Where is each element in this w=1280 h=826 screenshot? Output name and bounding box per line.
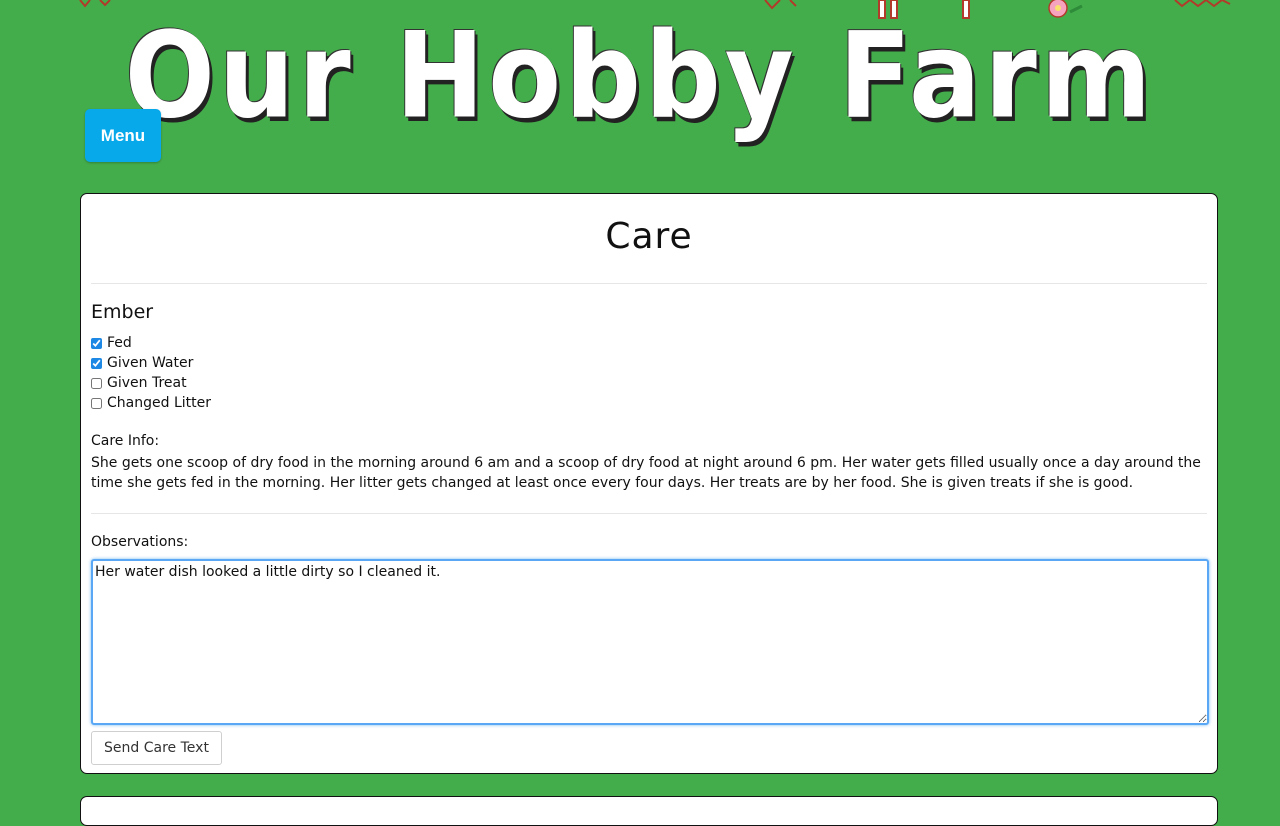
page-title: Care bbox=[605, 216, 693, 257]
task-given-water[interactable]: Given Water bbox=[91, 353, 211, 373]
observations-textarea[interactable]: Her water dish looked a little dirty so … bbox=[91, 559, 1209, 725]
next-panel bbox=[80, 796, 1218, 826]
divider bbox=[91, 283, 1207, 284]
task-given-treat-checkbox[interactable] bbox=[91, 377, 102, 389]
care-panel: Care Ember Fed Given Water Given Treat C… bbox=[80, 193, 1218, 774]
task-fed[interactable]: Fed bbox=[91, 333, 211, 353]
task-given-treat-label: Given Treat bbox=[107, 375, 187, 391]
grass-decoration-right-icon bbox=[1174, 0, 1231, 8]
task-given-water-label: Given Water bbox=[107, 355, 194, 371]
send-care-text-button[interactable]: Send Care Text bbox=[91, 731, 222, 765]
site-title: Our Hobby Farm bbox=[124, 6, 1156, 144]
task-fed-checkbox[interactable] bbox=[91, 337, 102, 349]
observations-label: Observations: bbox=[91, 534, 189, 550]
task-changed-litter-label: Changed Litter bbox=[107, 395, 211, 411]
task-changed-litter[interactable]: Changed Litter bbox=[91, 393, 211, 413]
care-info-label: Care Info: bbox=[91, 433, 160, 449]
animal-name: Ember bbox=[91, 301, 154, 323]
menu-button[interactable]: Menu bbox=[85, 109, 161, 162]
task-given-treat[interactable]: Given Treat bbox=[91, 373, 211, 393]
task-given-water-checkbox[interactable] bbox=[91, 357, 102, 369]
care-checklist: Fed Given Water Given Treat Changed Litt… bbox=[91, 333, 211, 413]
task-changed-litter-checkbox[interactable] bbox=[91, 397, 102, 409]
care-info-text: She gets one scoop of dry food in the mo… bbox=[91, 455, 1201, 491]
divider bbox=[91, 513, 1207, 514]
task-fed-label: Fed bbox=[107, 335, 132, 351]
